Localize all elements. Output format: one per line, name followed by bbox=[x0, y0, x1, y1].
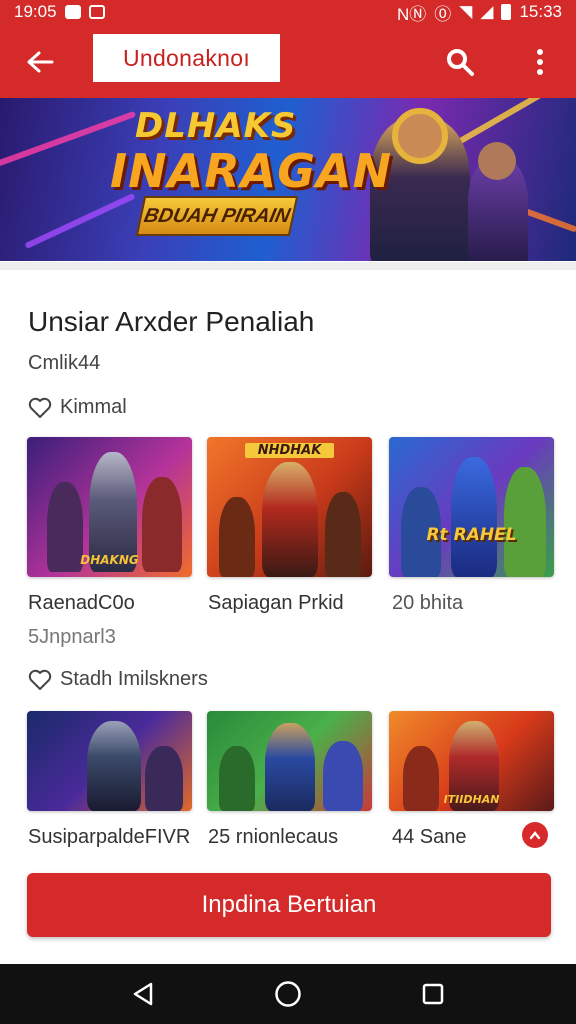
search-icon bbox=[447, 49, 474, 76]
notification-icon bbox=[64, 5, 81, 19]
game-card[interactable]: Rt RAHEL bbox=[389, 437, 554, 577]
more-vert-icon bbox=[537, 49, 543, 75]
status-time-right: 15:33 bbox=[519, 2, 562, 21]
card-art-text: NHDHAK bbox=[245, 443, 334, 458]
game-card[interactable] bbox=[207, 711, 372, 811]
chevron-icon bbox=[529, 831, 541, 840]
banner-title-line2: INARAGAN bbox=[110, 144, 393, 198]
nav-recents-button[interactable] bbox=[408, 969, 458, 1019]
game-card[interactable] bbox=[27, 711, 192, 811]
game-card[interactable]: DHAKNG bbox=[27, 437, 192, 577]
card-caption: Sapiagan Prkid bbox=[208, 592, 344, 614]
collapse-button[interactable] bbox=[522, 822, 548, 848]
back-arrow-icon bbox=[27, 51, 54, 73]
card-art-text: DHAKNG bbox=[80, 553, 139, 567]
app-title: Undonaknoı bbox=[93, 34, 280, 82]
download-icon bbox=[88, 5, 105, 19]
circle-home-icon bbox=[275, 981, 301, 1007]
square-recents-icon bbox=[423, 983, 444, 1005]
heart-icon bbox=[28, 669, 52, 690]
banner-title-line1: DLHAKS bbox=[135, 106, 297, 146]
battery-icon bbox=[501, 4, 512, 20]
card-caption: SusiparpaldeFIVR bbox=[28, 826, 191, 848]
section-label-text: Kimmal bbox=[60, 396, 127, 418]
more-options-button[interactable] bbox=[524, 42, 556, 82]
status-bar: 19:05 NⓃ ⓪ ◥ ◢ 15:33 bbox=[0, 0, 576, 24]
banner-plate: BDUAH PIRAIN bbox=[135, 196, 299, 236]
primary-action-button[interactable]: Inpdina Bertuian bbox=[27, 873, 551, 937]
triangle-back-icon bbox=[133, 982, 152, 1006]
status-time-left: 19:05 bbox=[14, 2, 57, 21]
card-art-text: ITIIDHAN bbox=[443, 793, 500, 806]
page-subheading: Cmlik44 bbox=[28, 352, 101, 374]
card-caption: RaenadC0o bbox=[28, 592, 135, 614]
game-card[interactable]: NHDHAK bbox=[207, 437, 372, 577]
section-recommended-label[interactable]: Stadh Imilskners bbox=[28, 668, 208, 691]
card-caption: 20 bhita bbox=[392, 592, 464, 614]
search-button[interactable] bbox=[440, 42, 480, 82]
card-caption: 25 rnionlecaus bbox=[208, 826, 339, 848]
signal-icon: ◢ bbox=[480, 2, 494, 21]
hero-banner[interactable]: DLHAKS INARAGAN BDUAH PIRAIN bbox=[0, 98, 576, 261]
nfc-icon: NⓃ bbox=[397, 4, 427, 24]
wifi-icon: ◥ bbox=[459, 2, 473, 21]
nav-home-button[interactable] bbox=[263, 969, 313, 1019]
back-button[interactable] bbox=[20, 42, 60, 82]
system-nav-bar bbox=[0, 964, 576, 1024]
app-bar: Undonaknoı bbox=[0, 24, 576, 98]
card-art-text: Rt RAHEL bbox=[426, 525, 517, 545]
section-label-text: Stadh Imilskners bbox=[60, 668, 208, 690]
nav-back-button[interactable] bbox=[118, 969, 168, 1019]
data-icon: ⓪ bbox=[434, 4, 452, 24]
section-favorites-label[interactable]: Kimmal bbox=[28, 396, 127, 419]
page-heading: Unsiar Arxder Penaliah bbox=[28, 306, 315, 337]
game-card[interactable]: ITIIDHAN bbox=[389, 711, 554, 811]
section-divider bbox=[0, 262, 576, 270]
card-caption: 44 Sane bbox=[392, 826, 467, 848]
heart-icon bbox=[28, 397, 52, 418]
card-meta: 5Jnpnarl3 bbox=[28, 626, 116, 648]
